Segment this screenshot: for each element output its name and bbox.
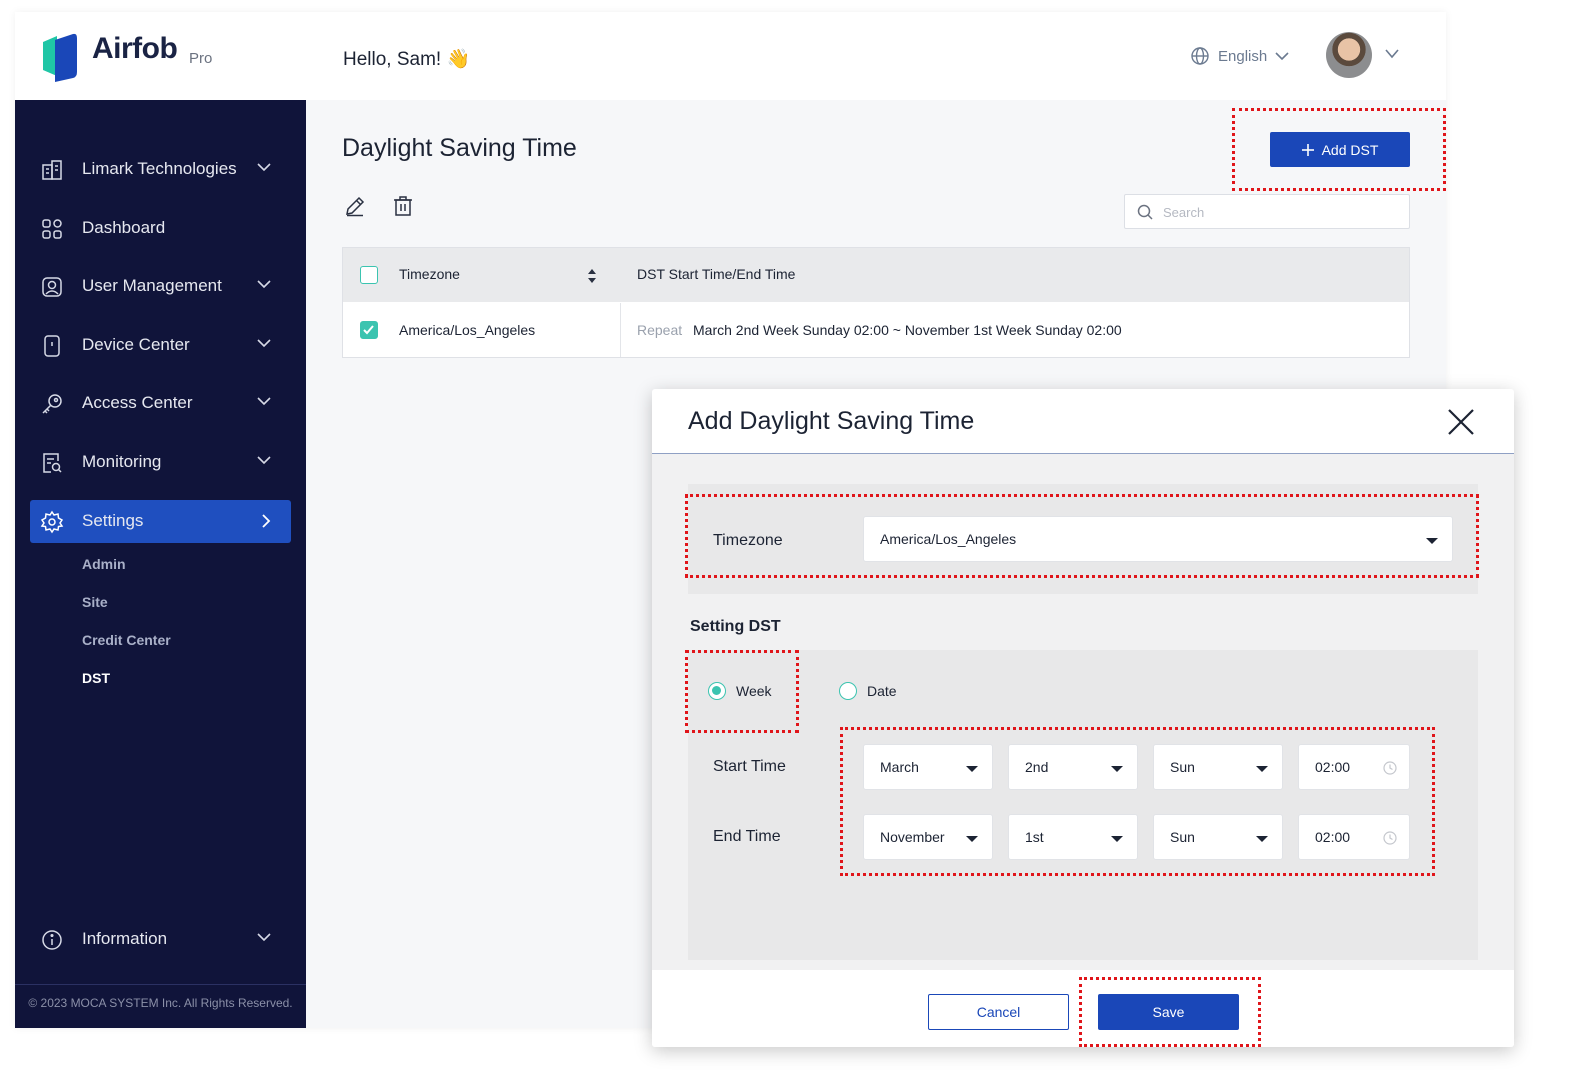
sidebar-item-label: Monitoring <box>82 452 162 471</box>
sidebar-item-organization[interactable]: Limark Technologies <box>30 148 291 191</box>
avatar[interactable] <box>1326 32 1372 78</box>
highlight-box <box>1079 977 1261 1047</box>
sidebar-item-label: Device Center <box>82 335 190 354</box>
dialog-title: Add Daylight Saving Time <box>688 407 975 435</box>
monitoring-icon <box>43 453 62 473</box>
cell-timezone: America/Los_Angeles <box>399 322 536 338</box>
chevron-down-icon <box>257 933 271 942</box>
table-header: Timezone DST Start Time/End Time <box>343 248 1409 302</box>
chevron-down-icon <box>257 456 271 465</box>
chevron-down-icon <box>257 339 271 348</box>
cell-dst-range: March 2nd Week Sunday 02:00 ~ November 1… <box>693 322 1122 338</box>
sort-icon[interactable] <box>587 268 597 284</box>
chevron-down-icon <box>257 280 271 289</box>
edit-pencil-icon[interactable] <box>343 194 367 218</box>
sidebar-item-label: User Management <box>82 276 222 295</box>
brand-name: Airfob <box>92 32 178 65</box>
column-header-dst-range: DST Start Time/End Time <box>637 266 796 282</box>
top-bar: Airfob Pro Hello, Sam! 👋 English <box>15 12 1446 100</box>
language-selector[interactable]: English <box>1190 46 1289 66</box>
sidebar-item-device-center[interactable]: Device Center <box>30 324 291 367</box>
airfob-logo-icon <box>43 33 77 82</box>
sidebar-item-label: Limark Technologies <box>82 159 237 178</box>
chevron-right-icon <box>262 514 271 528</box>
device-icon <box>44 335 60 357</box>
chevron-down-icon <box>257 163 271 172</box>
sidebar: Limark Technologies Dashboard User Manag… <box>15 100 306 1028</box>
brand-tier: Pro <box>189 50 213 67</box>
user-icon <box>42 277 62 297</box>
sidebar-subitem-credit-center[interactable]: Credit Center <box>82 632 171 648</box>
sidebar-item-label: Settings <box>82 511 144 530</box>
chevron-down-icon <box>1275 52 1289 61</box>
start-time-label: Start Time <box>713 758 786 775</box>
cell-repeat-tag: Repeat <box>637 322 683 338</box>
chevron-down-icon <box>257 397 271 406</box>
sidebar-item-label: Access Center <box>82 393 193 412</box>
highlight-box <box>685 494 1479 578</box>
building-icon <box>42 160 62 180</box>
greeting-text: Hello, Sam! 👋 <box>343 49 471 70</box>
info-icon <box>42 930 62 950</box>
gear-icon <box>40 510 64 534</box>
sidebar-item-settings[interactable]: Settings <box>30 500 291 543</box>
search-input[interactable]: Search <box>1124 194 1410 229</box>
search-placeholder: Search <box>1163 205 1205 220</box>
close-icon[interactable] <box>1446 407 1476 437</box>
end-time-label: End Time <box>713 828 781 845</box>
sidebar-item-access-center[interactable]: Access Center <box>30 382 291 425</box>
checkmark-icon <box>363 325 374 335</box>
page-title: Daylight Saving Time <box>342 134 577 162</box>
sidebar-subitem-dst[interactable]: DST <box>82 670 110 686</box>
column-header-timezone[interactable]: Timezone <box>399 266 460 282</box>
date-radio-label[interactable]: Date <box>867 683 897 699</box>
chevron-down-icon[interactable] <box>1384 48 1400 60</box>
sidebar-item-monitoring[interactable]: Monitoring <box>30 441 291 484</box>
cancel-button[interactable]: Cancel <box>928 994 1069 1030</box>
sidebar-subitem-admin[interactable]: Admin <box>82 556 126 572</box>
copyright-text: © 2023 MOCA SYSTEM Inc. All Rights Reser… <box>15 984 306 1011</box>
highlight-box <box>1232 108 1446 191</box>
sidebar-item-label: Information <box>82 929 168 948</box>
delete-trash-icon[interactable] <box>391 194 415 218</box>
table-row[interactable]: America/Los_Angeles Repeat March 2nd Wee… <box>343 303 1409 357</box>
sidebar-item-label: Dashboard <box>82 218 166 237</box>
search-icon <box>1137 204 1153 220</box>
sidebar-item-dashboard[interactable]: Dashboard <box>30 207 291 250</box>
sidebar-subitem-site[interactable]: Site <box>82 594 108 610</box>
select-all-checkbox[interactable] <box>360 266 378 284</box>
key-icon <box>42 394 62 414</box>
language-label: English <box>1218 47 1268 65</box>
dst-table: Timezone DST Start Time/End Time America… <box>342 247 1410 358</box>
dashboard-icon <box>42 219 62 239</box>
globe-icon <box>1191 47 1209 65</box>
sidebar-item-user-management[interactable]: User Management <box>30 265 291 308</box>
date-radio[interactable] <box>839 682 857 700</box>
highlight-box <box>840 727 1435 876</box>
highlight-box <box>685 650 799 733</box>
row-checkbox[interactable] <box>360 321 378 339</box>
column-divider <box>620 303 621 357</box>
setting-dst-title: Setting DST <box>690 618 781 635</box>
sidebar-item-information[interactable]: Information <box>30 918 291 961</box>
